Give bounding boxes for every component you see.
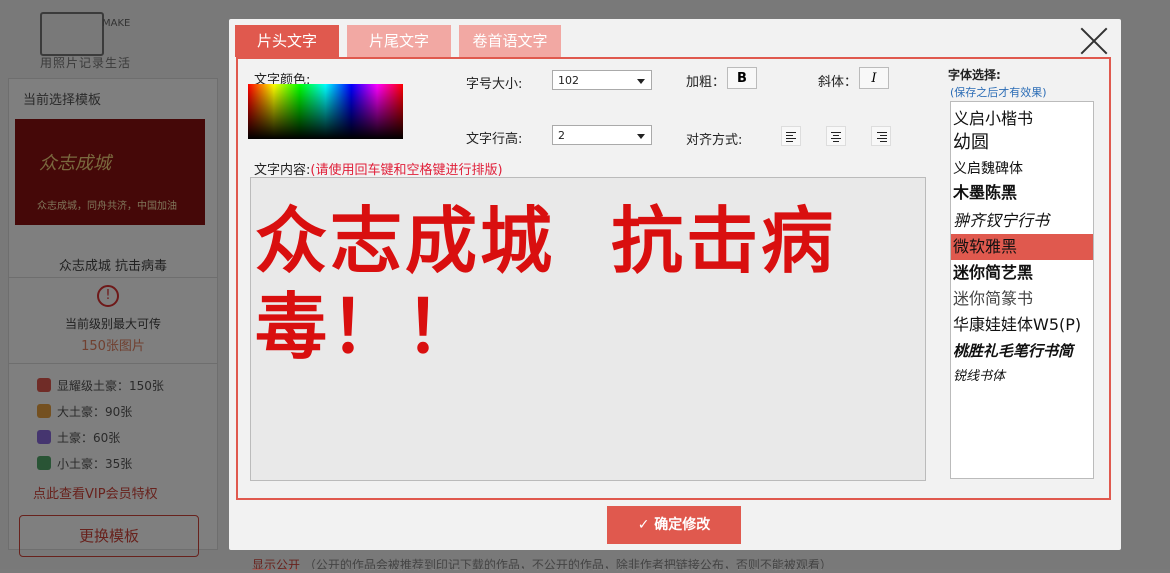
settings-panel: 文字颜色: 字号大小: 102 文字行高: 2 加粗： B 斜体： I 对齐方式… xyxy=(236,57,1111,500)
content-text: 众志成城 抗击病毒！！ xyxy=(255,199,837,369)
font-option[interactable]: 义启小楷书 xyxy=(951,106,1093,132)
font-list[interactable]: 义启小楷书 幼圆 义启魏碑体 木墨陈黑 翀齐钗宁行书 微软雅黑 迷你简艺黑 迷你… xyxy=(950,101,1094,479)
tab-ending-text[interactable]: 片尾文字 xyxy=(347,25,451,57)
align-label: 对齐方式: xyxy=(686,133,743,148)
font-option[interactable]: 华康娃娃体W5(P) xyxy=(951,312,1093,338)
font-option[interactable]: 翀齐钗宁行书 xyxy=(951,208,1093,234)
italic-label: 斜体： xyxy=(818,75,858,90)
bold-button[interactable]: B xyxy=(727,67,757,89)
font-option[interactable]: 木墨陈黑 xyxy=(951,180,1093,206)
text-settings-modal: 片头文字 片尾文字 卷首语文字 文字颜色: 字号大小: 102 文字行高: 2 … xyxy=(229,19,1121,550)
font-size-select[interactable]: 102 xyxy=(552,70,652,90)
font-option[interactable]: 锐线书体 xyxy=(951,364,1093,390)
italic-button[interactable]: I xyxy=(859,67,889,89)
bold-label: 加粗： xyxy=(686,75,726,90)
font-option[interactable]: 迷你简篆书 xyxy=(951,286,1093,312)
font-select-label: 字体选择: xyxy=(948,68,1001,82)
line-height-select[interactable]: 2 xyxy=(552,125,652,145)
chevron-down-icon xyxy=(637,79,645,84)
close-icon[interactable] xyxy=(1077,23,1111,57)
content-label: 文字内容:(请使用回车键和空格键进行排版) xyxy=(254,163,503,178)
font-option[interactable]: 桃胜礼毛笔行书简 xyxy=(951,338,1093,364)
tab-preface-text[interactable]: 卷首语文字 xyxy=(459,25,561,57)
font-option[interactable]: 义启魏碑体 xyxy=(951,156,1093,182)
content-textarea[interactable]: 众志成城 抗击病毒！！ xyxy=(250,177,926,481)
font-option[interactable]: 迷你简艺黑 xyxy=(951,260,1093,286)
line-height-label: 文字行高: xyxy=(466,132,523,147)
align-center-icon[interactable] xyxy=(826,126,846,146)
chevron-down-icon xyxy=(637,134,645,139)
align-right-icon[interactable] xyxy=(871,126,891,146)
font-option-selected[interactable]: 微软雅黑 xyxy=(951,234,1093,260)
confirm-button[interactable]: ✓ 确定修改 xyxy=(607,506,741,544)
align-left-icon[interactable] xyxy=(781,126,801,146)
font-option[interactable]: 幼圆 xyxy=(951,130,1093,156)
tab-opening-text[interactable]: 片头文字 xyxy=(235,25,339,57)
font-size-label: 字号大小: xyxy=(466,77,523,92)
content-hint: (请使用回车键和空格键进行排版) xyxy=(310,163,503,178)
font-select-hint: (保存之后才有效果) xyxy=(950,86,1047,99)
color-picker[interactable] xyxy=(248,84,403,139)
